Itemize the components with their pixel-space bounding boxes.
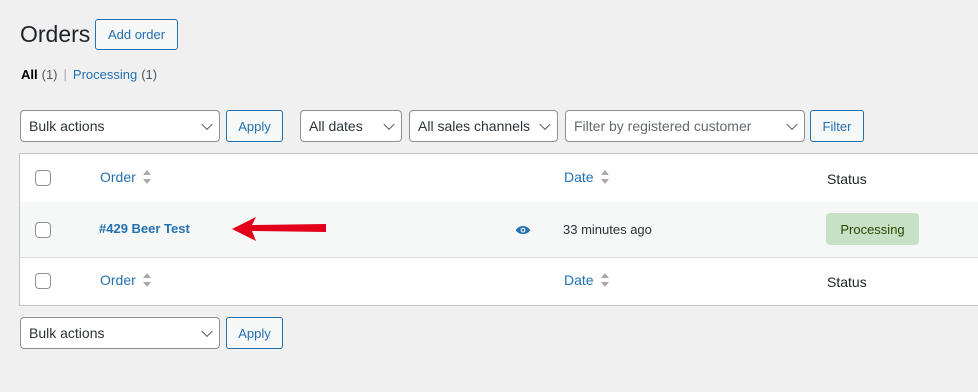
select-all-checkbox-footer[interactable] [35, 273, 51, 289]
orders-table: Order Date Status #429 Beer Test 33 minu… [19, 153, 978, 306]
order-link[interactable]: #429 Beer Test [99, 221, 190, 236]
view-all-link[interactable]: All [21, 67, 38, 83]
customer-filter-select[interactable]: Filter by registered customer [565, 110, 805, 142]
status-column-header: Status [827, 171, 867, 187]
select-all-checkbox[interactable] [35, 170, 51, 186]
views-separator: | [63, 67, 67, 82]
date-column-header[interactable]: Date [564, 169, 609, 185]
eye-icon[interactable] [515, 223, 531, 241]
apply-button-bottom[interactable]: Apply [226, 317, 283, 349]
chevron-down-icon [201, 325, 213, 338]
filter-button[interactable]: Filter [810, 110, 864, 142]
status-badge: Processing [826, 213, 919, 245]
sort-arrows-icon [142, 170, 151, 184]
view-all-count: (1) [41, 67, 58, 82]
order-status-views: All (1) | Processing (1) [21, 67, 157, 83]
customer-filter-placeholder: Filter by registered customer [574, 118, 752, 134]
page-title: Orders [20, 21, 91, 47]
chevron-down-icon [539, 118, 551, 131]
order-column-footer[interactable]: Order [100, 272, 151, 288]
order-date: 33 minutes ago [563, 222, 652, 237]
view-processing-link[interactable]: Processing [73, 67, 137, 83]
order-column-label: Order [100, 169, 136, 185]
chevron-down-icon [786, 118, 798, 131]
sort-arrows-icon [600, 170, 609, 184]
chevron-down-icon [383, 118, 395, 131]
bulk-actions-value-bottom: Bulk actions [29, 325, 105, 341]
dates-filter-value: All dates [309, 118, 363, 134]
sales-channels-value: All sales channels [418, 118, 531, 134]
sales-channels-select[interactable]: All sales channels [409, 110, 558, 142]
table-row[interactable]: #429 Beer Test 33 minutes ago Processing [20, 202, 978, 258]
order-column-label-footer: Order [100, 272, 136, 288]
chevron-down-icon [201, 118, 213, 131]
table-footer-row: Order Date Status [20, 257, 978, 305]
sort-arrows-icon [600, 273, 609, 287]
bulk-actions-select-bottom[interactable]: Bulk actions [20, 317, 220, 349]
bulk-actions-value: Bulk actions [29, 118, 105, 134]
bulk-actions-select-top[interactable]: Bulk actions [20, 110, 220, 142]
apply-button-top[interactable]: Apply [226, 110, 283, 142]
dates-filter-select[interactable]: All dates [300, 110, 402, 142]
date-column-label: Date [564, 169, 594, 185]
row-checkbox[interactable] [35, 222, 51, 238]
status-column-footer: Status [827, 274, 867, 290]
sort-arrows-icon [142, 273, 151, 287]
date-column-footer[interactable]: Date [564, 272, 609, 288]
add-order-button[interactable]: Add order [95, 19, 178, 50]
date-column-label-footer: Date [564, 272, 594, 288]
view-processing-count: (1) [141, 67, 158, 82]
red-arrow-icon [232, 217, 326, 241]
table-header-row: Order Date Status [20, 154, 978, 203]
order-column-header[interactable]: Order [100, 169, 151, 185]
